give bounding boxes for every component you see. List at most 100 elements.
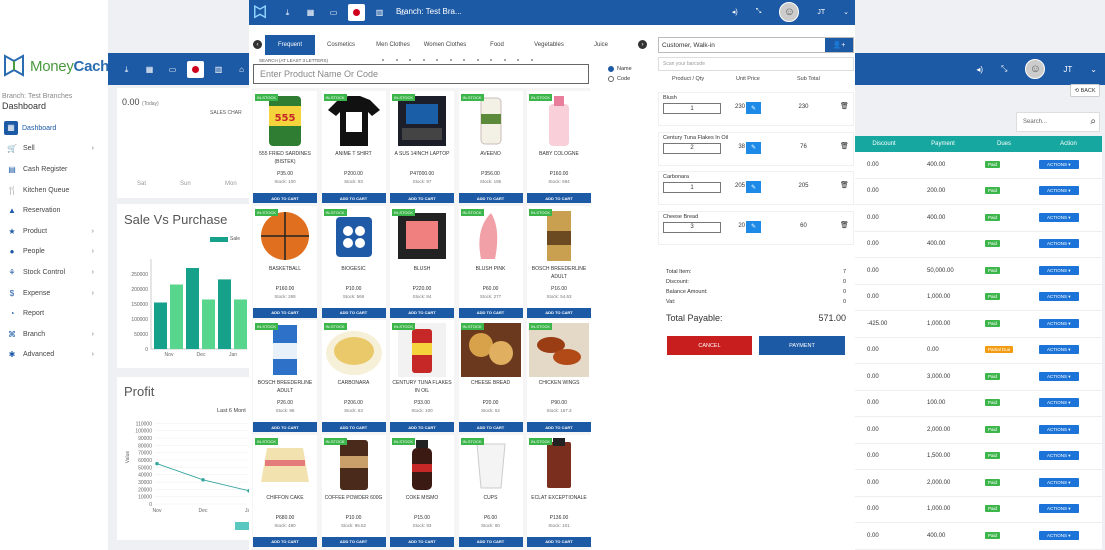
- actions-button[interactable]: ACTIONS ▾: [1039, 186, 1079, 196]
- qty-input[interactable]: 2: [663, 142, 721, 154]
- add-to-cart-button[interactable]: ADD TO CART: [390, 193, 454, 203]
- product-card[interactable]: IN-STOCK BLUSH P220.00 Stock: 84 ADD TO CART: [390, 205, 454, 318]
- calculator-icon[interactable]: ▦: [302, 4, 319, 21]
- category-tab[interactable]: Frequent: [265, 35, 315, 55]
- actions-button[interactable]: ACTIONS ▾: [1039, 318, 1079, 328]
- category-tab[interactable]: Men Clothes: [367, 42, 419, 48]
- record-icon[interactable]: [348, 4, 365, 21]
- product-card[interactable]: IN-STOCK CARBONARA P206.00 Stock: 63 ADD TO …: [321, 320, 386, 432]
- sidebar-item[interactable]: ▤ Cash Register: [0, 159, 108, 180]
- product-card[interactable]: IN-STOCK CHICKEN WINGS P90.00 Stock: 167.3 A…: [527, 320, 591, 432]
- table-row[interactable]: 0.00 200.00 Paid ACTIONS ▾: [855, 178, 1102, 205]
- carousel-dot[interactable]: [476, 59, 479, 61]
- add-to-cart-button[interactable]: ADD TO CART: [458, 307, 523, 318]
- radio-code[interactable]: Code: [608, 76, 632, 82]
- chevron-right-icon[interactable]: ›: [638, 40, 647, 49]
- product-card[interactable]: IN-STOCK CENTURY TUNA FLAKES IN OIL P33.00…: [390, 320, 454, 432]
- monitor-icon[interactable]: ▭: [164, 61, 181, 78]
- radio-name[interactable]: Name: [608, 66, 632, 72]
- actions-button[interactable]: ACTIONS ▾: [1039, 371, 1079, 381]
- carousel-dot[interactable]: [449, 59, 452, 61]
- product-card[interactable]: IN-STOCK A SUS 14INCH LAPTOP P47000.00 Stoc…: [390, 91, 454, 203]
- avatar[interactable]: ☺: [1025, 59, 1046, 79]
- product-card[interactable]: IN-STOCK BASKETBALL P160.00 Stock: 268 ADD T…: [253, 205, 317, 318]
- trash-icon[interactable]: 🗑: [840, 221, 849, 229]
- table-row[interactable]: 0.00 2,000.00 Paid ACTIONS ▾: [855, 417, 1102, 444]
- table-search-input[interactable]: Search... ⌕: [1016, 112, 1100, 132]
- add-to-cart-button[interactable]: ADD TO CART: [253, 536, 317, 547]
- sidebar-item[interactable]: ▲ Reservation: [0, 200, 108, 221]
- logo-icon[interactable]: [253, 4, 267, 20]
- actions-button[interactable]: ACTIONS ▾: [1039, 159, 1079, 169]
- download-icon[interactable]: ⤓: [118, 61, 135, 78]
- edit-price-button[interactable]: ✎: [746, 220, 761, 233]
- fullscreen-icon[interactable]: ⤡: [756, 8, 762, 16]
- category-tab[interactable]: Food: [471, 42, 523, 48]
- add-to-cart-button[interactable]: ADD TO CART: [321, 193, 386, 203]
- table-row[interactable]: -425.00 1,000.00 Paid ACTIONS ▾: [855, 311, 1102, 338]
- table-row[interactable]: 0.00 1,000.00 Paid ACTIONS ▾: [855, 284, 1102, 311]
- volume-icon[interactable]: ◂): [732, 8, 738, 16]
- bank-icon[interactable]: ⌂: [233, 61, 250, 78]
- actions-button[interactable]: ACTIONS ▾: [1039, 530, 1079, 540]
- table-row[interactable]: 0.00 400.00 Paid ACTIONS ▾: [855, 523, 1102, 550]
- carousel-dot[interactable]: [395, 59, 398, 61]
- carousel-dot[interactable]: [463, 59, 465, 61]
- table-row[interactable]: 0.00 2,000.00 Paid ACTIONS ▾: [855, 470, 1102, 497]
- table-row[interactable]: 0.00 400.00 Paid ACTIONS ▾: [855, 231, 1102, 258]
- sidebar-item[interactable]: ● People ›: [0, 242, 108, 263]
- product-card[interactable]: IN-STOCK COFFEE POWDER 600G P10.00 Stock: 9…: [321, 434, 386, 547]
- trash-icon[interactable]: 🗑: [840, 181, 849, 189]
- add-to-cart-button[interactable]: ADD TO CART: [458, 422, 523, 432]
- category-tab[interactable]: Juice: [575, 42, 627, 48]
- sidebar-item[interactable]: ◔ Report: [0, 303, 108, 324]
- product-card[interactable]: IN-STOCK CHIFFON CAKE P680.00 Stock: 480 ADD…: [253, 434, 317, 547]
- product-card[interactable]: IN-STOCK COKE MISMO P15.00 Stock: 93 ADD TO …: [390, 434, 454, 547]
- table-row[interactable]: 0.00 1,500.00 Paid ACTIONS ▾: [855, 443, 1102, 470]
- product-card[interactable]: IN-STOCK CUPS P6.00 Stock: 80 ADD TO CART: [458, 434, 523, 547]
- table-row[interactable]: 0.00 100.00 Paid ACTIONS ▾: [855, 390, 1102, 417]
- table-row[interactable]: 0.00 0.00 Partial Due ACTIONS ▾: [855, 337, 1102, 364]
- actions-button[interactable]: ACTIONS ▾: [1039, 265, 1079, 275]
- qty-input[interactable]: 1: [663, 103, 721, 114]
- product-card[interactable]: IN-STOCK AVEENO P356.00 Stock: 195 ADD TO CA…: [458, 91, 523, 203]
- carousel-dot[interactable]: [503, 59, 506, 61]
- sidebar-item[interactable]: $ Expense ›: [0, 283, 108, 304]
- product-card[interactable]: IN-STOCK ANIME T SHIRT P200.00 Stock: 93 ADD…: [321, 91, 386, 203]
- avatar[interactable]: ☺: [779, 2, 800, 22]
- actions-button[interactable]: ACTIONS ▾: [1039, 504, 1079, 514]
- add-to-cart-button[interactable]: ADD TO CART: [390, 307, 454, 318]
- add-to-cart-button[interactable]: ADD TO CART: [253, 193, 317, 203]
- add-to-cart-button[interactable]: ADD TO CART: [527, 307, 591, 318]
- add-to-cart-button[interactable]: ADD TO CART: [321, 536, 386, 547]
- download-icon[interactable]: ⤓: [279, 4, 296, 21]
- record-icon[interactable]: [187, 61, 204, 78]
- add-to-cart-button[interactable]: ADD TO CART: [253, 422, 317, 432]
- add-to-cart-button[interactable]: ADD TO CART: [390, 536, 454, 547]
- carousel-dot[interactable]: [422, 59, 425, 61]
- customer-select[interactable]: Customer, Walk-in 👤+: [658, 37, 854, 53]
- actions-button[interactable]: ACTIONS ▾: [1039, 477, 1079, 487]
- carousel-dot[interactable]: [517, 59, 519, 61]
- sidebar-item[interactable]: ✱ Advanced ›: [0, 345, 108, 366]
- add-to-cart-button[interactable]: ADD TO CART: [458, 536, 523, 547]
- chevron-left-icon[interactable]: ‹: [253, 40, 262, 49]
- edit-price-button[interactable]: ✎: [746, 102, 761, 114]
- sidebar-item[interactable]: ⚘ Stock Control ›: [0, 262, 108, 283]
- product-card[interactable]: IN-STOCK BIOGESIC P10.00 Stock: 569 ADD TO C…: [321, 205, 386, 318]
- actions-button[interactable]: ACTIONS ▾: [1039, 451, 1079, 461]
- calculator-icon[interactable]: ▦: [141, 61, 158, 78]
- add-to-cart-button[interactable]: ADD TO CART: [527, 422, 591, 432]
- carousel-dot[interactable]: [409, 59, 411, 61]
- actions-button[interactable]: ACTIONS ▾: [1039, 212, 1079, 222]
- product-card[interactable]: 555 IN-STOCK 555 FRIED SARDINES (BISTEK) P3…: [253, 91, 317, 203]
- add-to-cart-button[interactable]: ADD TO CART: [321, 307, 386, 318]
- qty-input[interactable]: 1: [663, 182, 721, 193]
- edit-price-button[interactable]: ✎: [746, 141, 761, 154]
- category-tab[interactable]: Vegetables: [523, 42, 575, 48]
- payment-button[interactable]: PAYMENT: [759, 336, 845, 355]
- product-card[interactable]: IN-STOCK BLUSH PINK P60.00 Stock: 277 ADD TO…: [458, 205, 523, 318]
- fullscreen-icon[interactable]: ⤡: [1001, 64, 1007, 74]
- table-row[interactable]: 0.00 400.00 Paid ACTIONS ▾: [855, 205, 1102, 232]
- product-card[interactable]: IN-STOCK CHEESE BREAD P20.00 Stock: 52 ADD T…: [458, 320, 523, 432]
